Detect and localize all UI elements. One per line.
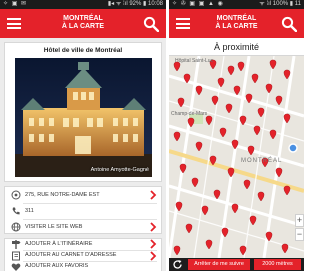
map-view[interactable]: Hôpital Saint-Luc Champ-de-Mars MONTRÉAL… (169, 56, 304, 258)
search-icon[interactable] (143, 16, 159, 32)
status-icons: ✧ ▣ ✉ (3, 1, 28, 7)
status-icons: ✧ ✇ ▣ ▣ ▲ ◉ (172, 1, 224, 7)
add-addressbook-row[interactable]: AJOUTER AU CARNET D'ADRESSE (5, 250, 161, 261)
map-label-champ: Champ-de-Mars (171, 111, 208, 117)
info-card: 275, RUE NOTRE-DAME EST 311 VISITER LE S… (4, 186, 162, 234)
current-location-marker (288, 143, 298, 153)
detail-screen: ✧ ▣ ✉ ▮◂ ᯤ ⁞ıl 92% ▮ 10:08 MONTRÉAL À LA… (0, 0, 166, 271)
status-bar: ✧ ✇ ▣ ▣ ▲ ◉ ᯤ ⁞ıl 100% ▮ 11 (169, 0, 304, 9)
status-bar: ✧ ▣ ✉ ▮◂ ᯤ ⁞ıl 92% ▮ 10:08 (0, 0, 166, 9)
chevron-right-icon (150, 190, 157, 200)
stop-following-button[interactable]: Arrêter de me suivre (188, 259, 250, 270)
signpost-icon (12, 240, 21, 249)
add-itinerary-text: AJOUTER À L'ITINÉRAIRE (25, 241, 93, 247)
map-label-hospital: Hôpital Saint-Luc (175, 58, 214, 64)
status-clock: ▮◂ ᯤ ⁞ıl 92% ▮ 10:08 (107, 1, 163, 7)
website-row[interactable]: VISITER LE SITE WEB (5, 219, 161, 235)
search-icon[interactable] (281, 16, 297, 32)
add-favorites-text: AJOUTER AUX FAVORIS (25, 263, 89, 269)
distance-button[interactable]: 2000 mètres (254, 259, 301, 270)
screenshot: ✧ ▣ ✉ ▮◂ ᯤ ⁞ıl 92% ▮ 10:08 MONTRÉAL À LA… (0, 0, 304, 271)
map-canvas[interactable] (169, 56, 304, 258)
chevron-right-icon (150, 251, 157, 261)
nearby-title: À proximité (169, 38, 304, 56)
photo-credit: Antoine Amyotte-Gagné (90, 167, 149, 173)
phone-icon (12, 207, 20, 215)
logo-line-2: À LA CARTE (61, 23, 105, 30)
app-logo: MONTRÉAL À LA CARTE (0, 15, 166, 31)
status-clock: ᯤ ⁞ıl 100% ▮ 11 (259, 1, 301, 7)
phone-text: 311 (25, 208, 34, 214)
app-bar: MONTRÉAL À LA CARTE (0, 9, 166, 38)
logo-line-1: MONTRÉAL (63, 15, 103, 22)
add-favorites-row[interactable]: AJOUTER AUX FAVORIS (5, 261, 161, 271)
add-addressbook-text: AJOUTER AU CARNET D'ADRESSE (25, 252, 117, 258)
zoom-out-button[interactable]: − (295, 228, 304, 241)
globe-icon (11, 222, 21, 232)
actions-card: AJOUTER À L'ITINÉRAIRE AJOUTER AU CARNET… (4, 238, 162, 271)
add-itinerary-row[interactable]: AJOUTER À L'ITINÉRAIRE (5, 238, 161, 250)
map-bottom-bar: Arrêter de me suivre 2000 mètres (169, 258, 304, 271)
address-text: 275, RUE NOTRE-DAME EST (25, 192, 100, 198)
nearby-screen: ✧ ✇ ▣ ▣ ▲ ◉ ᯤ ⁞ıl 100% ▮ 11 MONTRÉAL À L… (169, 0, 304, 271)
chevron-right-icon (150, 222, 157, 232)
website-text: VISITER LE SITE WEB (25, 224, 83, 230)
app-bar: MONTRÉAL À LA CARTE (169, 9, 304, 38)
address-book-icon (12, 251, 20, 261)
heart-icon (11, 263, 21, 271)
address-row[interactable]: 275, RUE NOTRE-DAME EST (5, 187, 161, 203)
location-pin-icon (11, 190, 21, 200)
place-photo[interactable] (15, 58, 152, 177)
map-label-montreal: MONTRÉAL (241, 158, 283, 164)
refresh-icon[interactable] (172, 259, 183, 270)
place-title: Hôtel de ville de Montréal (43, 47, 123, 54)
photo-card: Hôtel de ville de Montréal Antoine Amyot… (4, 42, 162, 182)
chevron-right-icon (150, 239, 157, 249)
phone-row[interactable]: 311 (5, 203, 161, 219)
zoom-in-button[interactable]: + (295, 214, 304, 227)
